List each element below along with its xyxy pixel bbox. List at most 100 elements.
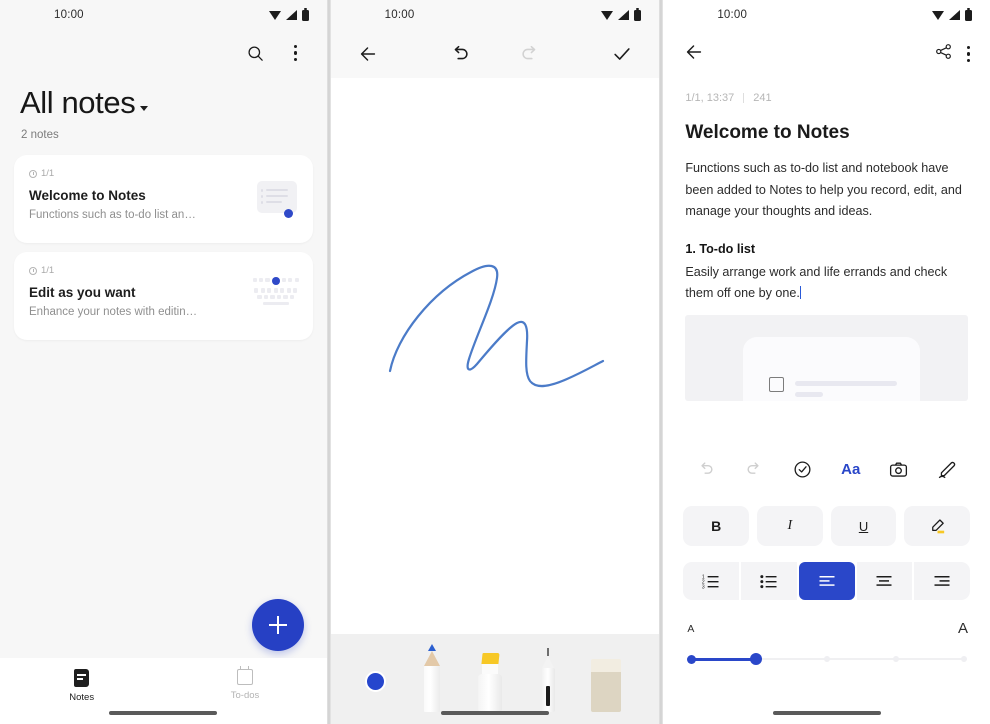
note-card-welcome[interactable]: 1/1 Welcome to Notes Functions such as t…: [14, 155, 313, 244]
slider-tick-4[interactable]: [892, 656, 899, 662]
canvas-undo-button[interactable]: [426, 43, 495, 65]
canvas-redo-button[interactable]: [495, 43, 564, 65]
slider-start-dot[interactable]: [687, 654, 697, 664]
meta-divider: [743, 93, 745, 103]
nav-item-todos[interactable]: To-dos: [163, 666, 326, 701]
camera-icon: [890, 462, 908, 477]
list-align-row: 1 2 3: [663, 546, 990, 600]
battery-icon: [301, 7, 309, 21]
canvas-action-bar: [330, 30, 660, 78]
slider-tick-5[interactable]: [961, 656, 968, 662]
battery-icon: [634, 7, 642, 21]
svg-text:3: 3: [702, 585, 705, 591]
italic-label: I: [787, 518, 793, 533]
underline-label: U: [858, 518, 869, 534]
status-bar: 10:00: [330, 0, 660, 30]
highlighter-marker-icon: [477, 674, 502, 712]
clock-icon: [29, 169, 37, 178]
italic-button[interactable]: I: [757, 506, 823, 546]
note-title[interactable]: Welcome to Notes: [663, 104, 990, 144]
more-vertical-icon: [294, 45, 298, 61]
editor-redo-button[interactable]: [737, 452, 771, 486]
canvas-back-button[interactable]: [331, 43, 426, 65]
numbered-list-button[interactable]: 1 2 3: [683, 562, 740, 600]
detail-more-button[interactable]: [966, 46, 971, 62]
align-left-button[interactable]: [798, 562, 855, 600]
note-body[interactable]: Functions such as to-do list and noteboo…: [663, 144, 990, 305]
note-card-thumbnail: [253, 177, 299, 219]
detail-action-bar: [663, 30, 990, 78]
underline-button[interactable]: U: [830, 506, 897, 546]
slider-tick-3[interactable]: [823, 656, 830, 662]
pen-edit-icon: [939, 461, 956, 478]
signal-icon: [949, 10, 961, 20]
tool-eraser[interactable]: [589, 648, 623, 712]
nav-label-todos: To-dos: [230, 690, 260, 701]
tool-marker[interactable]: [473, 648, 507, 712]
highlight-button[interactable]: [904, 506, 971, 546]
canvas-confirm-button[interactable]: [564, 43, 659, 65]
align-right-button[interactable]: [914, 562, 970, 600]
status-time: 10:00: [54, 9, 84, 21]
note-card-edit[interactable]: 1/1 Edit as you want Enhance your notes …: [14, 252, 313, 341]
status-bar: 10:00: [663, 0, 990, 30]
text-format-button[interactable]: Aa: [834, 452, 868, 486]
note-count: 2 notes: [21, 129, 59, 142]
drawing-canvas[interactable]: [330, 78, 660, 634]
font-size-max-label: A: [958, 620, 969, 637]
note-card-date: 1/1: [41, 168, 55, 180]
back-arrow-icon: [687, 44, 702, 59]
slider-handle[interactable]: [749, 653, 762, 665]
document-list-thumbnail: [256, 181, 297, 214]
bottom-navigation: Notes To-dos: [0, 658, 327, 724]
note-section-text: Easily arrange work and life errands and…: [685, 264, 948, 301]
tool-pencil[interactable]: [415, 644, 449, 712]
checklist-button[interactable]: [786, 452, 820, 486]
todo-list-screenshot[interactable]: [685, 314, 969, 401]
list-more-button[interactable]: [279, 36, 313, 70]
home-indicator[interactable]: [109, 711, 218, 715]
phone-screen-note-detail: 10:00 1/1, 13:37 241 Welcome to Notes Fu…: [663, 0, 990, 724]
blue-handwritten-stroke: [388, 264, 604, 388]
nav-item-notes[interactable]: Notes: [0, 669, 163, 703]
ordered-list-icon: 1 2 3: [702, 575, 719, 591]
bulleted-list-button[interactable]: [741, 562, 797, 600]
wifi-icon: [932, 10, 945, 20]
toolbar-primary-row: Aa: [663, 438, 990, 488]
page-title-row[interactable]: All notes: [0, 76, 327, 120]
search-button[interactable]: [239, 36, 273, 70]
check-circle-icon: [794, 460, 811, 478]
plus-icon: [268, 616, 287, 634]
phone-screen-drawing-canvas: 10:00: [330, 0, 660, 724]
share-icon: [935, 44, 951, 59]
home-indicator[interactable]: [441, 711, 549, 715]
caret-down-icon[interactable]: [140, 106, 149, 112]
notes-card-list: 1/1 Welcome to Notes Functions such as t…: [0, 141, 327, 341]
draw-button[interactable]: [930, 452, 964, 486]
back-arrow-icon: [360, 47, 375, 61]
font-size-slider[interactable]: [687, 651, 968, 667]
align-center-button[interactable]: [856, 562, 913, 600]
status-bar: 10:00: [0, 0, 327, 30]
status-time: 10:00: [384, 9, 415, 21]
home-indicator[interactable]: [772, 711, 881, 715]
three-phone-screens: 10:00 All notes 2 notes 1/1 Welcome to N…: [0, 0, 990, 724]
editor-undo-button[interactable]: [689, 452, 723, 486]
bullet-list-icon: [760, 575, 777, 589]
align-right-icon: [934, 576, 950, 586]
note-card-thumbnail: [252, 274, 299, 316]
share-button[interactable]: [934, 42, 953, 66]
bold-button[interactable]: B: [683, 506, 749, 546]
tool-pen[interactable]: [531, 648, 565, 712]
detail-back-button[interactable]: [683, 41, 705, 68]
wifi-icon: [268, 10, 281, 20]
nav-label-notes: Notes: [69, 692, 95, 703]
camera-button[interactable]: [882, 452, 916, 486]
add-note-fab[interactable]: [251, 599, 304, 651]
page-title: All notes: [20, 85, 136, 120]
check-icon: [614, 48, 631, 60]
slider-fill: [689, 657, 756, 661]
current-color-swatch: [365, 670, 387, 692]
color-wheel-button[interactable]: [361, 666, 391, 696]
text-style-row: B I U: [663, 488, 990, 546]
